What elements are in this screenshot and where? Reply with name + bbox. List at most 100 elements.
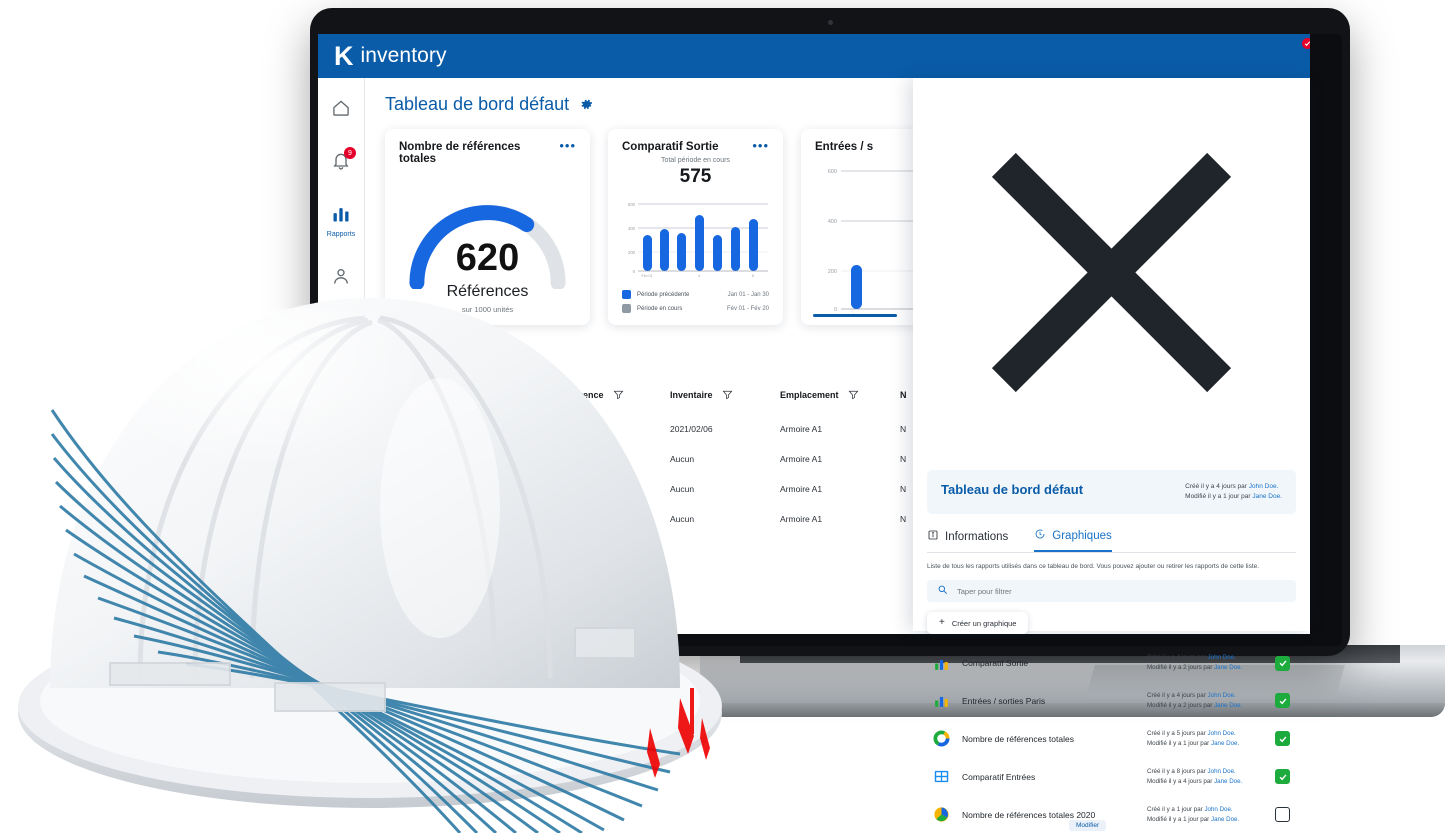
list-item-meta: Créé il y a 4 jours par John Doe. Modifi… (1147, 653, 1275, 673)
app-logo[interactable]: K inventory (334, 38, 1310, 70)
card-accent-bar (813, 314, 897, 317)
list-item[interactable]: Entrées / sorties Paris Créé il y a 4 jo… (927, 682, 1296, 720)
gauge-subtitle: sur 1000 unités (461, 305, 514, 314)
legend-swatch (622, 304, 631, 313)
list-item[interactable]: Nombre de références totales Créé il y a… (927, 720, 1296, 758)
card-menu-button[interactable]: ••• (752, 139, 769, 152)
gear-icon[interactable] (579, 97, 594, 112)
card-title: Comparatif Sortie (622, 141, 719, 153)
cell-inventaire: 2021/02/06 (670, 424, 713, 434)
gauge-value: 620 (455, 237, 520, 279)
page-title: Tableau de bord défaut (385, 94, 570, 114)
created-user-link[interactable]: John Doe. (1208, 768, 1236, 775)
legend-swatch (622, 290, 631, 299)
close-icon[interactable] (927, 152, 1296, 461)
checkbox-checked[interactable] (1275, 655, 1290, 671)
card-header: Entrées / s (815, 141, 907, 153)
modified-user-link[interactable]: Jane Doe. (1211, 816, 1239, 823)
modified-user-link[interactable]: Jane Doe. (1214, 702, 1242, 709)
sidebar-navigation: 9 Rapports (318, 78, 365, 634)
svg-text:200: 200 (628, 250, 636, 255)
charts-drawer: Tableau de bord défaut Créé il y a 4 jou… (913, 78, 1310, 832)
cell-reference: REF83000H (560, 424, 607, 434)
filter-icon[interactable] (722, 389, 733, 400)
svg-text:8: 8 (752, 274, 754, 278)
bar-chart-color-icon (933, 655, 950, 672)
tab-graphiques[interactable]: Graphiques (1034, 528, 1112, 553)
created-user-link[interactable]: John Doe. (1208, 730, 1236, 737)
created-user-link[interactable]: John Doe. (1249, 483, 1279, 490)
card-subnote: Total période en cours (661, 157, 730, 164)
list-item[interactable]: Comparatif Entrées Créé il y a 8 jours p… (927, 758, 1296, 796)
card-title: Nombre de références totales (399, 141, 521, 165)
list-item[interactable]: Comparatif Sortie Créé il y a 4 jours pa… (927, 644, 1296, 682)
modified-user-link[interactable]: Jane Doe. (1211, 740, 1239, 747)
list-item-label: Comparatif Sortie (962, 658, 1029, 669)
filter-icon[interactable] (613, 389, 624, 400)
created-user-link[interactable]: John Doe. (1208, 692, 1236, 699)
checkbox-checked[interactable] (1275, 731, 1290, 747)
sidebar-item-notifications[interactable]: 9 (324, 147, 358, 176)
legend-item: Période précédente Jan 01 - Jan 30 (622, 290, 769, 299)
sidebar-item-account[interactable] (324, 266, 358, 291)
donut-chart-color-icon (933, 730, 950, 747)
chart-legend: Période précédente Jan 01 - Jan 30 Pério… (622, 290, 769, 313)
modified-prefix: Modifié il y a 4 jours par (1147, 777, 1215, 785)
checkbox-checked[interactable] (1275, 769, 1290, 785)
sidebar-item-reports[interactable]: Rapports (324, 204, 358, 238)
laptop-camera-icon (827, 20, 833, 25)
created-prefix: Créé il y a 8 jours par (1147, 767, 1208, 775)
chart-clock-icon (1034, 528, 1046, 543)
tab-label: Graphiques (1052, 529, 1112, 542)
card-menu-button[interactable]: ••• (559, 139, 576, 152)
logo-wordmark: inventory (360, 44, 447, 67)
filter-search-box[interactable] (927, 580, 1296, 603)
created-prefix: Créé il y a 4 jours par (1147, 654, 1208, 662)
filter-icon[interactable] (848, 389, 859, 400)
card-comparatif-sortie: Comparatif Sortie ••• Total période en c… (608, 129, 783, 325)
sidebar-item-label: Rapports (326, 231, 356, 238)
created-user-link[interactable]: John Doe. (1204, 806, 1232, 813)
created-prefix: Créé il y a 4 jours par (1147, 692, 1208, 700)
list-item[interactable]: Nombre de références totales 2020 Créé i… (927, 796, 1296, 833)
chart-list: Comparatif Sortie Créé il y a 4 jours pa… (927, 644, 1296, 833)
modified-prefix: Modifié il y a 1 jour par (1185, 493, 1253, 501)
modified-user-link[interactable]: Jane Doe. (1214, 664, 1242, 671)
modified-user-link[interactable]: Jane Doe. (1214, 778, 1242, 785)
table-header-inventaire[interactable]: Inventaire (670, 383, 780, 414)
gauge-label: Références (446, 283, 529, 300)
sidebar-item-home[interactable] (324, 98, 358, 123)
created-prefix: Créé il y a 4 jours par (1185, 483, 1249, 490)
cell-inventaire: Aucun (670, 484, 695, 494)
list-item-label: Nombre de références totales (962, 733, 1074, 744)
checkbox-unchecked[interactable] (1275, 807, 1290, 823)
created-user-link[interactable]: John Doe. (1208, 654, 1236, 661)
legend-range: Fév 01 - Fév 20 (726, 305, 769, 312)
bar-chart-svg: 600 400 200 0 Fév 01 (828, 169, 915, 318)
top-navigation-bar: K inventory (318, 34, 1310, 78)
drawer-title: Tableau de bord défaut (941, 482, 1084, 497)
legend-label: Période en cours (637, 305, 683, 312)
filter-icon[interactable] (491, 389, 502, 400)
home-icon (331, 98, 351, 123)
column-label: Inventaire (670, 389, 713, 400)
screenshot-stage: K inventory 9 Rapports Tableau de bord d… (0, 0, 1445, 833)
column-label: Emplacement (780, 389, 839, 400)
legend-item: Période en cours Fév 01 - Fév 20 (622, 304, 769, 313)
svg-text:0: 0 (834, 307, 837, 313)
table-header-reference[interactable]: Référence (560, 383, 670, 414)
svg-text:600: 600 (628, 202, 636, 207)
svg-text:0: 0 (633, 269, 636, 274)
table-header-emplacement[interactable]: Emplacement (780, 383, 900, 414)
create-chart-button[interactable]: + Créer un graphique (927, 612, 1029, 635)
list-item-label: Nombre de références totales 2020 (962, 809, 1096, 820)
modified-user-link[interactable]: Jane Doe. (1252, 493, 1282, 500)
drawer-header: Tableau de bord défaut Créé il y a 4 jou… (927, 470, 1296, 515)
list-item-label: Comparatif Entrées (962, 771, 1036, 782)
cell-emplacement: Armoire A1 (780, 454, 823, 464)
cell-inventaire: Aucun (670, 454, 695, 464)
checkbox-checked[interactable] (1275, 693, 1290, 709)
tab-informations[interactable]: Informations (927, 528, 1008, 552)
table-header-quantite[interactable]: Quantité (445, 383, 560, 414)
search-input[interactable] (957, 586, 1286, 596)
